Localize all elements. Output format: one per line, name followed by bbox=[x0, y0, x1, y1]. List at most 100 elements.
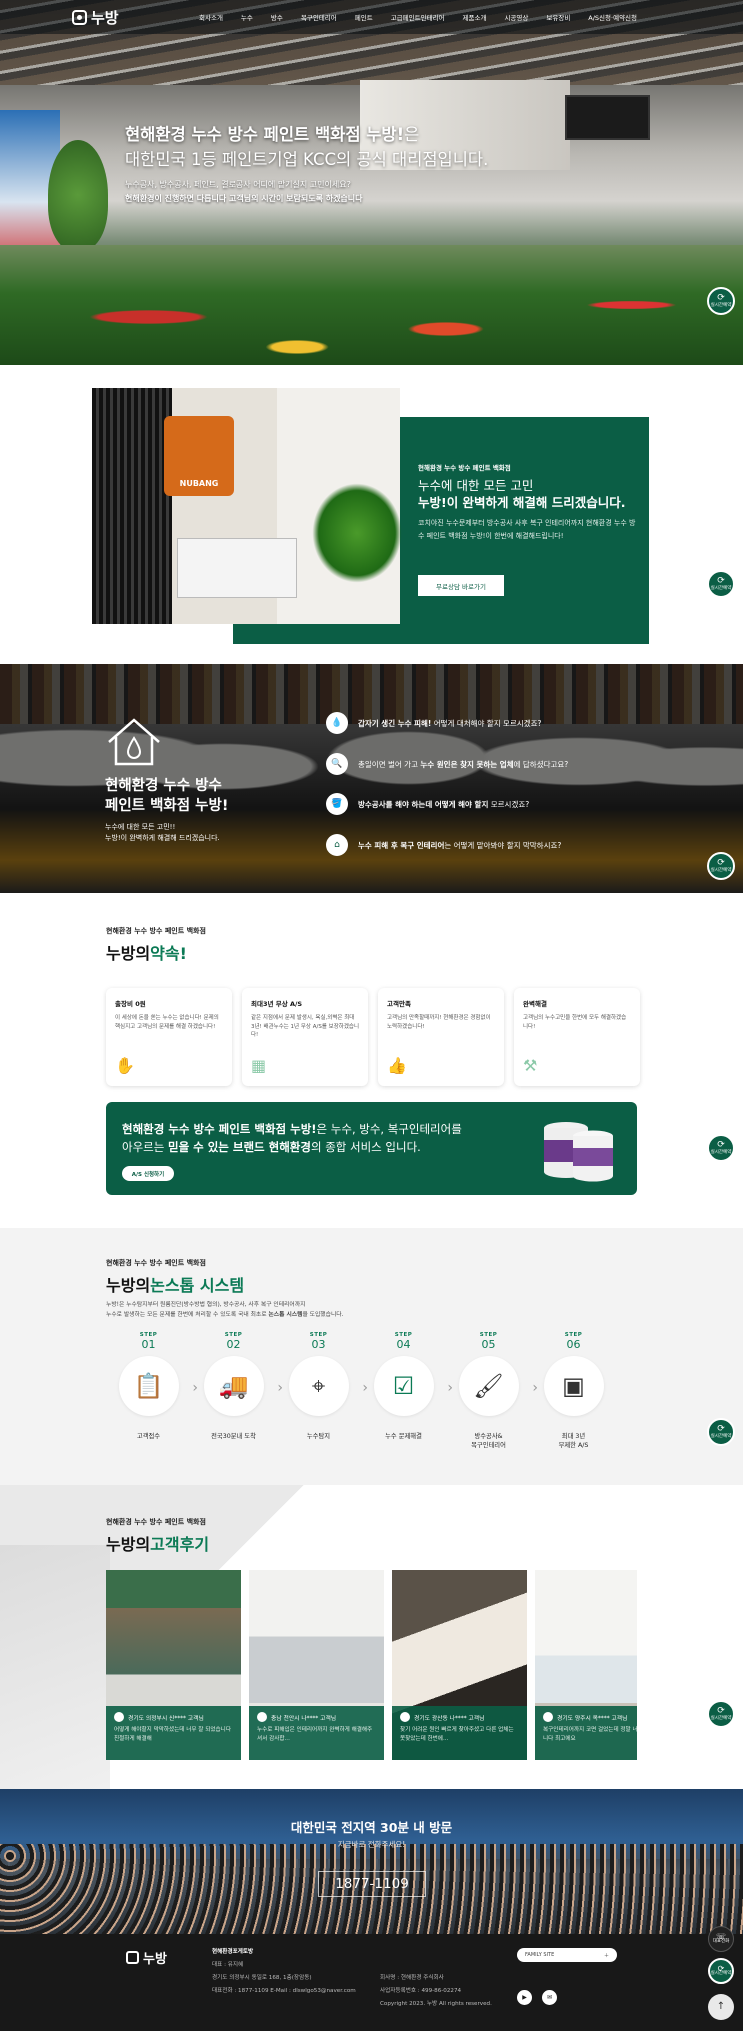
plunger-icon: ⚒ bbox=[523, 1056, 538, 1075]
problem-item: 💧 갑자기 생긴 누수 피해! 어떻게 대처해야 할지 모르시겠죠? bbox=[326, 712, 541, 734]
problem-text: 총일이면 벌어 가고 누수 원인은 찾지 못하는 업체에 답하셨다고요? bbox=[358, 759, 568, 770]
review-text: 어떻게 해야할지 막막하셨는데 너무 잘 되었습니다 친절하게 해결해 bbox=[114, 1727, 231, 1742]
review-card[interactable]: 경기도 의정부시 신**** 고객님 어떻게 해야할지 막막하셨는데 너무 잘 되… bbox=[106, 1570, 241, 1760]
review-text: 복구인테리어까지 코면 걸었는데 정말 너무 만족합니다 최고에요 bbox=[543, 1727, 637, 1742]
family-site-select[interactable]: FAMILY SITE ＋ bbox=[517, 1948, 617, 1962]
problem-rest: 에 답하셨다고요? bbox=[513, 759, 569, 769]
booking-side-button[interactable]: ⟳ 실시간예약 bbox=[708, 1958, 734, 1984]
system-desc-3: 을 도입했습니다. bbox=[302, 1311, 344, 1318]
step-number: 02 bbox=[226, 1338, 241, 1351]
system-step: STEP 06 ▣ 최대 3년 무제한 A/S bbox=[531, 1332, 616, 1450]
problems-title-2: 페인트 백화점 누방! bbox=[105, 798, 229, 814]
nav-item[interactable]: 복구인테리어 bbox=[292, 12, 346, 22]
nav-item[interactable]: 시공영상 bbox=[495, 12, 537, 22]
youtube-icon[interactable]: ▶ bbox=[517, 1990, 532, 2005]
calendar-icon: ▦ bbox=[251, 1056, 267, 1075]
nav-item[interactable]: 누수 bbox=[232, 12, 262, 22]
hero-sub2: 현해환경이 진행하면 다릅니다 고객님의 시간이 보람되도록 하겠습니다 bbox=[125, 194, 363, 203]
hero-headline: 현해환경 누수 방수 페인트 백화점 누방!은 대한민국 1등 페인트기업 KC… bbox=[125, 122, 488, 172]
reviews-bg-image bbox=[0, 1545, 110, 1790]
nav-item[interactable]: 보유장비 bbox=[537, 12, 579, 22]
hero-headline-rest: 은 bbox=[404, 125, 420, 144]
logo-mark-icon bbox=[72, 10, 87, 25]
avatar bbox=[400, 1712, 410, 1722]
office-photo: NUBANG bbox=[92, 388, 402, 624]
review-card[interactable]: 충남 천안시 나**** 고객님 누수로 피해입은 인테리어까지 완벽하게 해결해… bbox=[249, 1570, 384, 1760]
nav-item[interactable]: 회사소개 bbox=[190, 12, 232, 22]
nav-item[interactable]: 고급페인트인테리어 bbox=[382, 12, 454, 22]
problem-rest: 모르시겠죠? bbox=[488, 799, 530, 809]
plus-icon: ＋ bbox=[603, 1952, 609, 1959]
system-step: STEP 01 📋 고객접수 › bbox=[106, 1332, 198, 1450]
drip-icon: 💧 bbox=[326, 712, 348, 734]
footer-logo-text: 누방 bbox=[143, 1952, 167, 1967]
problems-sub-2: 누방!이 완벽하게 해결해 드리겠습니다. bbox=[105, 834, 220, 842]
paint-pail-icon bbox=[544, 1122, 613, 1182]
thumbs-up-icon: 👍 bbox=[387, 1056, 407, 1075]
free-consult-button[interactable]: 무료상담 바로가기 bbox=[418, 575, 504, 596]
review-card[interactable]: 경기도 광산동 나**** 고객님 찾기 어려운 원인 빠르게 찾아주셨고 다른 … bbox=[392, 1570, 527, 1760]
footer-biz-info: 회사명 : 현해환경 주식회사 사업자등록번호 : 499-86-02274 C… bbox=[380, 1972, 492, 2011]
promise-kicker: 현해환경 누수 방수 페인트 백화점 bbox=[106, 927, 206, 935]
footer-copyright: Copyright 2023. 누방 All rights reserved. bbox=[380, 2001, 492, 2007]
problem-bold: 방수공사를 해야 하는데 어떻게 해야 할지 bbox=[358, 799, 489, 809]
footer-logo[interactable]: 누방 bbox=[126, 1948, 167, 1967]
review-text: 누수로 피해입은 인테리어까지 완벽하게 해결해주셔서 감사합... bbox=[257, 1727, 373, 1742]
step-number: 04 bbox=[396, 1338, 411, 1351]
step-name: 누수 문제해결 bbox=[385, 1433, 422, 1440]
intro-title-2: 누방!이 완벽하게 해결해 드리겠습니다. bbox=[418, 495, 626, 510]
reviews-title-accent: 고객후기 bbox=[150, 1535, 210, 1554]
quick-booking-button[interactable]: ⟳ 실시간예약 bbox=[707, 287, 735, 315]
problem-bold: 갑자기 생긴 누수 피해! bbox=[358, 718, 432, 728]
card-title: 고객만족 bbox=[387, 1000, 411, 1008]
promise-card: 최대3년 무상 A/S 같은 지점에서 문제 발생시, 욕실,외벽은 최대 3년!… bbox=[242, 988, 368, 1086]
quick-booking-button[interactable]: ⟳ 실시간예약 bbox=[707, 1418, 735, 1446]
review-caption: 경기도 의정부시 신**** 고객님 어떻게 해야할지 막막하셨는데 너무 잘 되… bbox=[106, 1706, 241, 1760]
reviews-slider[interactable]: 경기도 의정부시 신**** 고객님 어떻게 해야할지 막막하셨는데 너무 잘 되… bbox=[106, 1570, 637, 1760]
system-title-accent: 논스톱 시스템 bbox=[150, 1276, 245, 1295]
problem-bold: 누수 피해 후 복구 인테리어 bbox=[358, 840, 445, 850]
reviews-kicker: 현해환경 누수 방수 페인트 백화점 bbox=[106, 1518, 206, 1526]
refresh-icon: ⟳ bbox=[717, 293, 725, 303]
site-header: 누방 회사소개 누수 방수 복구인테리어 페인트 고급페인트인테리어 제품소개 … bbox=[0, 0, 743, 34]
photo-plant bbox=[312, 483, 402, 583]
intro-kicker: 현해환경 누수 방수 페인트 백화점 bbox=[418, 464, 511, 472]
hero-headline-bold: 현해환경 누수 방수 페인트 백화점 누방! bbox=[125, 125, 405, 144]
roller-icon: 🖌 bbox=[458, 1356, 519, 1416]
chat-icon[interactable]: ✉ bbox=[542, 1990, 557, 2005]
phone-side-button[interactable]: ☏ 대표전화 bbox=[708, 1926, 734, 1952]
card-desc: 고객님의 누수고민을 한번에 모두 해결하겠습니다! bbox=[523, 1015, 627, 1030]
banner-bold-1: 현해환경 누수 방수 페인트 백화점 누방! bbox=[122, 1122, 317, 1136]
refresh-icon: ⟳ bbox=[717, 1706, 725, 1716]
review-caption: 경기도 광산동 나**** 고객님 찾기 어려운 원인 빠르게 찾아주셨고 다른 … bbox=[392, 1706, 527, 1760]
site-logo[interactable]: 누방 bbox=[72, 7, 119, 28]
refresh-icon: ⟳ bbox=[717, 1140, 725, 1150]
banner-text-3: 의 종합 서비스 입니다. bbox=[310, 1140, 421, 1154]
house-icon bbox=[108, 718, 160, 766]
scroll-top-button[interactable]: ↑ bbox=[708, 1994, 734, 2020]
problem-rest: 어떻게 대처해야 할지 모르시겠죠? bbox=[431, 718, 542, 728]
quick-booking-button[interactable]: ⟳ 실시간예약 bbox=[707, 570, 735, 598]
check-clipboard-icon: ☑ bbox=[373, 1356, 434, 1416]
phone-number-button[interactable]: 1877-1109 bbox=[318, 1871, 426, 1897]
nubang-sign: NUBANG bbox=[164, 416, 234, 496]
promise-title: 누방의약속! bbox=[106, 940, 187, 964]
nav-item[interactable]: 페인트 bbox=[346, 12, 382, 22]
family-site-label: FAMILY SITE bbox=[525, 1952, 555, 1958]
quick-booking-button[interactable]: ⟳ 실시간예약 bbox=[707, 1700, 735, 1728]
quick-booking-button[interactable]: ⟳ 실시간예약 bbox=[707, 852, 735, 880]
intro-desc: 코치야진 누수문제부터 방수공사 사후 복구 인테리어까지 현해환경 누수 방수… bbox=[418, 519, 636, 540]
refresh-icon: ⟳ bbox=[717, 858, 725, 868]
nav-item[interactable]: 방수 bbox=[262, 12, 292, 22]
review-card[interactable]: 경기도 양주시 옥**** 고객님복구인테리어까지 코면 걸었는데 정말 너무 … bbox=[535, 1570, 637, 1760]
system-desc-2: 누수로 발생하는 모든 문제를 한번에 처리할 수 있도록 국내 최초로 bbox=[106, 1311, 269, 1318]
avatar bbox=[543, 1712, 553, 1722]
visit-section: 대한민국 전지역 30분 내 방문 지금바로 전화주세요! 1877-1109 bbox=[0, 1789, 743, 1934]
footer-company-name: 회사명 : 현해환경 주식회사 bbox=[380, 1975, 444, 1981]
nav-item[interactable]: 제품소개 bbox=[454, 12, 496, 22]
problem-text: 방수공사를 해야 하는데 어떻게 해야 할지 모르시겠죠? bbox=[358, 799, 529, 810]
as-request-button[interactable]: A/S 신청하기 bbox=[122, 1166, 174, 1181]
nav-item[interactable]: A/S신청·예약신청 bbox=[579, 12, 646, 22]
quick-booking-button[interactable]: ⟳ 실시간예약 bbox=[707, 1134, 735, 1162]
logo-text: 누방 bbox=[91, 9, 119, 27]
